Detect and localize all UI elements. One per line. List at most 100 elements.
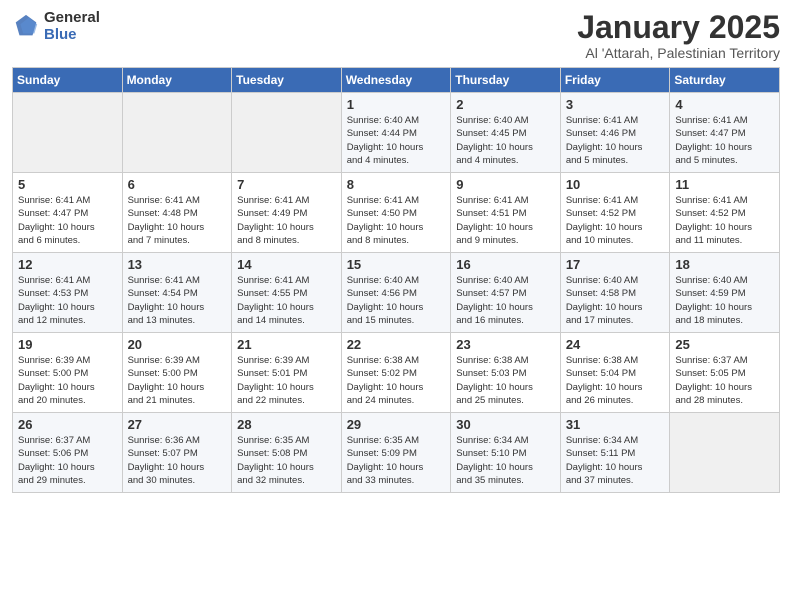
day-cell: 22 Sunrise: 6:38 AM Sunset: 5:02 PM Dayli… xyxy=(341,333,451,413)
day-info: Sunrise: 6:40 AM Sunset: 4:57 PM Dayligh… xyxy=(456,274,555,327)
day-number: 18 xyxy=(675,257,774,272)
day-info: Sunrise: 6:41 AM Sunset: 4:53 PM Dayligh… xyxy=(18,274,117,327)
day-cell: 26Sunrise: 6:37 AM Sunset: 5:06 PM Dayli… xyxy=(13,413,123,493)
day-number: 5 xyxy=(18,177,117,192)
day-cell: 20 Sunrise: 6:39 AM Sunset: 5:00 PM Dayli… xyxy=(122,333,232,413)
week-row-2: 5 Sunrise: 6:41 AM Sunset: 4:47 PM Daylig… xyxy=(13,173,780,253)
day-cell: 6 Sunrise: 6:41 AM Sunset: 4:48 PM Daylig… xyxy=(122,173,232,253)
day-number: 29 xyxy=(347,417,446,432)
day-cell: 29 Sunrise: 6:35 AM Sunset: 5:09 PM Dayli… xyxy=(341,413,451,493)
day-cell: 25Sunrise: 6:37 AM Sunset: 5:05 PM Dayli… xyxy=(670,333,780,413)
logo-text: General Blue xyxy=(44,10,100,43)
day-cell: 4 Sunrise: 6:41 AM Sunset: 4:47 PM Daylig… xyxy=(670,93,780,173)
day-info: Sunrise: 6:40 AM Sunset: 4:58 PM Dayligh… xyxy=(566,274,665,327)
day-cell: 27Sunrise: 6:36 AM Sunset: 5:07 PM Dayli… xyxy=(122,413,232,493)
day-number: 3 xyxy=(566,97,665,112)
day-info: Sunrise: 6:41 AM Sunset: 4:51 PM Dayligh… xyxy=(456,194,555,247)
header-day-thursday: Thursday xyxy=(451,68,561,93)
day-cell: 28 Sunrise: 6:35 AM Sunset: 5:08 PM Dayli… xyxy=(232,413,342,493)
day-info: Sunrise: 6:35 AM Sunset: 5:09 PM Dayligh… xyxy=(347,434,446,487)
day-info: Sunrise: 6:41 AM Sunset: 4:48 PM Dayligh… xyxy=(128,194,227,247)
day-cell: 9 Sunrise: 6:41 AM Sunset: 4:51 PM Daylig… xyxy=(451,173,561,253)
header-day-sunday: Sunday xyxy=(13,68,123,93)
header: General Blue January 2025 Al 'Attarah, P… xyxy=(12,10,780,61)
week-row-4: 19 Sunrise: 6:39 AM Sunset: 5:00 PM Dayli… xyxy=(13,333,780,413)
day-cell: 1Sunrise: 6:40 AM Sunset: 4:44 PM Daylig… xyxy=(341,93,451,173)
day-number: 12 xyxy=(18,257,117,272)
day-info: Sunrise: 6:41 AM Sunset: 4:47 PM Dayligh… xyxy=(18,194,117,247)
day-info: Sunrise: 6:41 AM Sunset: 4:46 PM Dayligh… xyxy=(566,114,665,167)
day-number: 22 xyxy=(347,337,446,352)
day-info: Sunrise: 6:39 AM Sunset: 5:00 PM Dayligh… xyxy=(18,354,117,407)
day-number: 25 xyxy=(675,337,774,352)
day-number: 14 xyxy=(237,257,336,272)
day-cell xyxy=(122,93,232,173)
day-info: Sunrise: 6:35 AM Sunset: 5:08 PM Dayligh… xyxy=(237,434,336,487)
day-cell: 21Sunrise: 6:39 AM Sunset: 5:01 PM Dayli… xyxy=(232,333,342,413)
day-info: Sunrise: 6:38 AM Sunset: 5:04 PM Dayligh… xyxy=(566,354,665,407)
logo-general-text: General xyxy=(44,10,100,27)
calendar-subtitle: Al 'Attarah, Palestinian Territory xyxy=(577,45,780,61)
day-info: Sunrise: 6:41 AM Sunset: 4:55 PM Dayligh… xyxy=(237,274,336,327)
day-cell xyxy=(13,93,123,173)
week-row-5: 26Sunrise: 6:37 AM Sunset: 5:06 PM Dayli… xyxy=(13,413,780,493)
header-row: SundayMondayTuesdayWednesdayThursdayFrid… xyxy=(13,68,780,93)
day-cell: 31 Sunrise: 6:34 AM Sunset: 5:11 PM Dayli… xyxy=(560,413,670,493)
week-row-1: 1Sunrise: 6:40 AM Sunset: 4:44 PM Daylig… xyxy=(13,93,780,173)
day-number: 11 xyxy=(675,177,774,192)
day-cell: 2 Sunrise: 6:40 AM Sunset: 4:45 PM Daylig… xyxy=(451,93,561,173)
day-info: Sunrise: 6:41 AM Sunset: 4:52 PM Dayligh… xyxy=(675,194,774,247)
header-day-friday: Friday xyxy=(560,68,670,93)
day-number: 4 xyxy=(675,97,774,112)
day-cell: 18 Sunrise: 6:40 AM Sunset: 4:59 PM Dayli… xyxy=(670,253,780,333)
day-info: Sunrise: 6:40 AM Sunset: 4:44 PM Dayligh… xyxy=(347,114,446,167)
day-info: Sunrise: 6:41 AM Sunset: 4:50 PM Dayligh… xyxy=(347,194,446,247)
day-info: Sunrise: 6:36 AM Sunset: 5:07 PM Dayligh… xyxy=(128,434,227,487)
day-info: Sunrise: 6:34 AM Sunset: 5:11 PM Dayligh… xyxy=(566,434,665,487)
day-number: 13 xyxy=(128,257,227,272)
day-info: Sunrise: 6:41 AM Sunset: 4:47 PM Dayligh… xyxy=(675,114,774,167)
logo-icon xyxy=(12,13,40,41)
day-number: 31 xyxy=(566,417,665,432)
day-info: Sunrise: 6:34 AM Sunset: 5:10 PM Dayligh… xyxy=(456,434,555,487)
day-cell: 13Sunrise: 6:41 AM Sunset: 4:54 PM Dayli… xyxy=(122,253,232,333)
day-number: 28 xyxy=(237,417,336,432)
day-number: 23 xyxy=(456,337,555,352)
day-number: 9 xyxy=(456,177,555,192)
day-number: 19 xyxy=(18,337,117,352)
day-number: 30 xyxy=(456,417,555,432)
day-info: Sunrise: 6:40 AM Sunset: 4:59 PM Dayligh… xyxy=(675,274,774,327)
day-info: Sunrise: 6:40 AM Sunset: 4:56 PM Dayligh… xyxy=(347,274,446,327)
page: General Blue January 2025 Al 'Attarah, P… xyxy=(0,0,792,503)
day-info: Sunrise: 6:39 AM Sunset: 5:00 PM Dayligh… xyxy=(128,354,227,407)
day-cell: 5 Sunrise: 6:41 AM Sunset: 4:47 PM Daylig… xyxy=(13,173,123,253)
header-day-wednesday: Wednesday xyxy=(341,68,451,93)
day-number: 24 xyxy=(566,337,665,352)
day-number: 7 xyxy=(237,177,336,192)
day-cell xyxy=(232,93,342,173)
day-cell: 23 Sunrise: 6:38 AM Sunset: 5:03 PM Dayli… xyxy=(451,333,561,413)
day-cell: 8 Sunrise: 6:41 AM Sunset: 4:50 PM Daylig… xyxy=(341,173,451,253)
day-number: 26 xyxy=(18,417,117,432)
day-cell: 3 Sunrise: 6:41 AM Sunset: 4:46 PM Daylig… xyxy=(560,93,670,173)
title-block: January 2025 Al 'Attarah, Palestinian Te… xyxy=(577,10,780,61)
logo-blue-text: Blue xyxy=(44,27,100,44)
day-number: 2 xyxy=(456,97,555,112)
day-number: 8 xyxy=(347,177,446,192)
day-info: Sunrise: 6:38 AM Sunset: 5:03 PM Dayligh… xyxy=(456,354,555,407)
header-day-monday: Monday xyxy=(122,68,232,93)
day-info: Sunrise: 6:40 AM Sunset: 4:45 PM Dayligh… xyxy=(456,114,555,167)
day-cell: 14 Sunrise: 6:41 AM Sunset: 4:55 PM Dayli… xyxy=(232,253,342,333)
header-day-tuesday: Tuesday xyxy=(232,68,342,93)
calendar-table: SundayMondayTuesdayWednesdayThursdayFrid… xyxy=(12,67,780,493)
day-cell: 30 Sunrise: 6:34 AM Sunset: 5:10 PM Dayli… xyxy=(451,413,561,493)
day-number: 20 xyxy=(128,337,227,352)
day-info: Sunrise: 6:38 AM Sunset: 5:02 PM Dayligh… xyxy=(347,354,446,407)
day-number: 6 xyxy=(128,177,227,192)
day-cell: 11 Sunrise: 6:41 AM Sunset: 4:52 PM Dayli… xyxy=(670,173,780,253)
day-number: 21 xyxy=(237,337,336,352)
calendar-title: January 2025 xyxy=(577,10,780,45)
day-cell: 16 Sunrise: 6:40 AM Sunset: 4:57 PM Dayli… xyxy=(451,253,561,333)
day-number: 16 xyxy=(456,257,555,272)
day-number: 15 xyxy=(347,257,446,272)
